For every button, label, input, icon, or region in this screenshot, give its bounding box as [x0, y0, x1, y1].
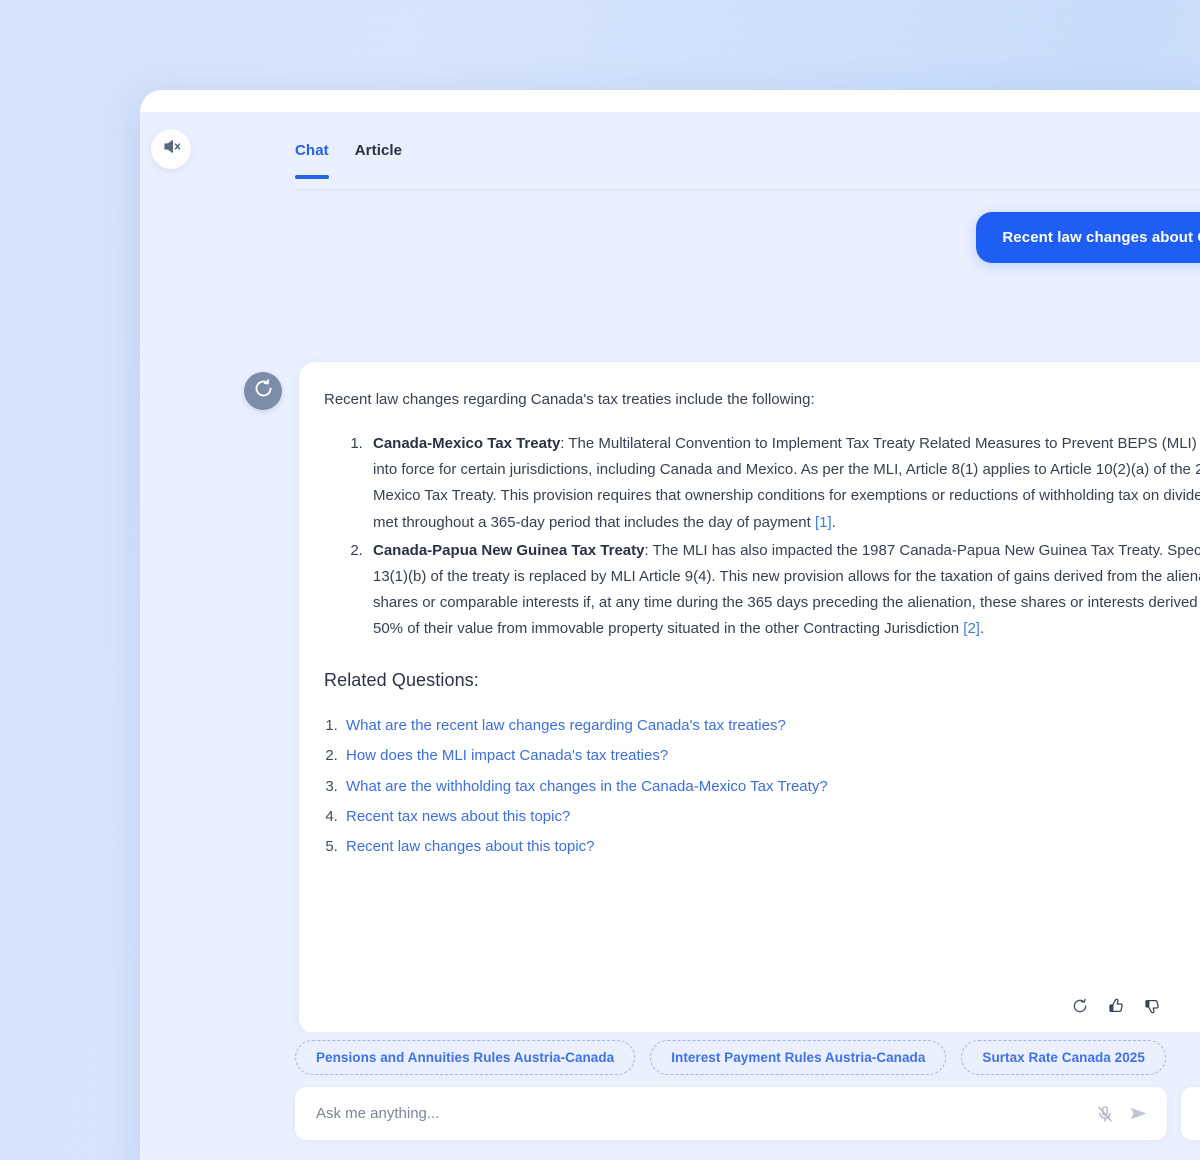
- avatar: [244, 372, 282, 410]
- send-arrow-icon[interactable]: [1128, 1103, 1149, 1124]
- list-item: How does the MLI impact Canada's tax tre…: [342, 741, 1200, 771]
- microphone-muted-icon[interactable]: [1096, 1105, 1114, 1123]
- thumbs-up-icon[interactable]: [1108, 998, 1124, 1014]
- suggestion-chip-row: Pensions and Annuities Rules Austria-Can…: [295, 1040, 1166, 1075]
- list-item: Recent tax news about this topic?: [342, 802, 1200, 832]
- window-titlebar: [140, 90, 1200, 112]
- conversation-scroll[interactable]: Recent law changes about Canada's tax tr…: [140, 200, 1200, 1032]
- assistant-answer-card: Recent law changes regarding Canada's ta…: [299, 362, 1200, 1032]
- list-item: What are the withholding tax changes in …: [342, 772, 1200, 802]
- related-questions-list: What are the recent law changes regardin…: [319, 711, 1200, 862]
- thumbs-down-icon[interactable]: [1144, 998, 1160, 1014]
- related-question-link[interactable]: Recent law changes about this topic?: [346, 838, 595, 855]
- answer-action-bar: [1072, 998, 1160, 1014]
- tab-chat[interactable]: Chat: [295, 142, 329, 179]
- app-body: Chat Article Recent law changes about Ca…: [140, 112, 1200, 1160]
- answer-intro: Recent law changes regarding Canada's ta…: [324, 391, 815, 408]
- answer-list-item: Canada-Papua New Guinea Tax Treaty: The …: [367, 538, 1200, 642]
- list-item: What are the recent law changes regardin…: [342, 711, 1200, 741]
- tab-divider: [295, 189, 1200, 191]
- user-message-row: Recent law changes about Canada's tax tr…: [140, 212, 1200, 263]
- related-question-link[interactable]: Recent tax news about this topic?: [346, 808, 570, 825]
- answer-ordered-list: Canada-Mexico Tax Treaty: The Multilater…: [319, 431, 1200, 642]
- composer-icon-group: [1096, 1103, 1149, 1124]
- answer-item-title: Canada-Mexico Tax Treaty: [373, 435, 561, 453]
- composer-row: [295, 1087, 1200, 1140]
- related-question-link[interactable]: What are the withholding tax changes in …: [346, 778, 828, 795]
- suggestion-chip[interactable]: Surtax Rate Canada 2025: [961, 1040, 1166, 1075]
- related-question-link[interactable]: What are the recent law changes regardin…: [346, 717, 786, 734]
- app-window: Chat Article Recent law changes about Ca…: [140, 90, 1200, 1160]
- list-item: Recent law changes about this topic?: [342, 832, 1200, 862]
- related-question-link[interactable]: How does the MLI impact Canada's tax tre…: [346, 747, 668, 764]
- chat-input[interactable]: [316, 1105, 1096, 1122]
- tab-article[interactable]: Article: [355, 142, 402, 179]
- composer-box: [295, 1087, 1167, 1140]
- header: Chat Article: [140, 112, 1200, 200]
- tab-bar: Chat Article: [295, 142, 402, 179]
- answer-item-title: Canada-Papua New Guinea Tax Treaty: [373, 541, 645, 559]
- answer-list-item: Canada-Mexico Tax Treaty: The Multilater…: [367, 431, 1200, 535]
- mute-toggle-button[interactable]: [151, 129, 191, 169]
- composer-area: Pensions and Annuities Rules Austria-Can…: [140, 1032, 1200, 1160]
- reply-spiral-icon: [253, 378, 274, 404]
- assistant-message-row: Recent law changes regarding Canada's ta…: [140, 362, 1200, 1032]
- user-message-bubble: Recent law changes about Canada's tax tr…: [976, 212, 1200, 263]
- citation-link[interactable]: [1]: [815, 514, 832, 531]
- suggestion-chip[interactable]: Interest Payment Rules Austria-Canada: [650, 1040, 947, 1075]
- answer-item-tail: .: [979, 619, 985, 637]
- regenerate-icon[interactable]: [1072, 998, 1088, 1014]
- side-panel: [1181, 1087, 1200, 1140]
- related-questions-heading: Related Questions:: [324, 670, 479, 690]
- answer-item-tail: .: [831, 513, 836, 531]
- suggestion-chip[interactable]: Pensions and Annuities Rules Austria-Can…: [295, 1040, 636, 1075]
- citation-link[interactable]: [2]: [963, 620, 980, 637]
- speaker-mute-icon: [162, 137, 181, 161]
